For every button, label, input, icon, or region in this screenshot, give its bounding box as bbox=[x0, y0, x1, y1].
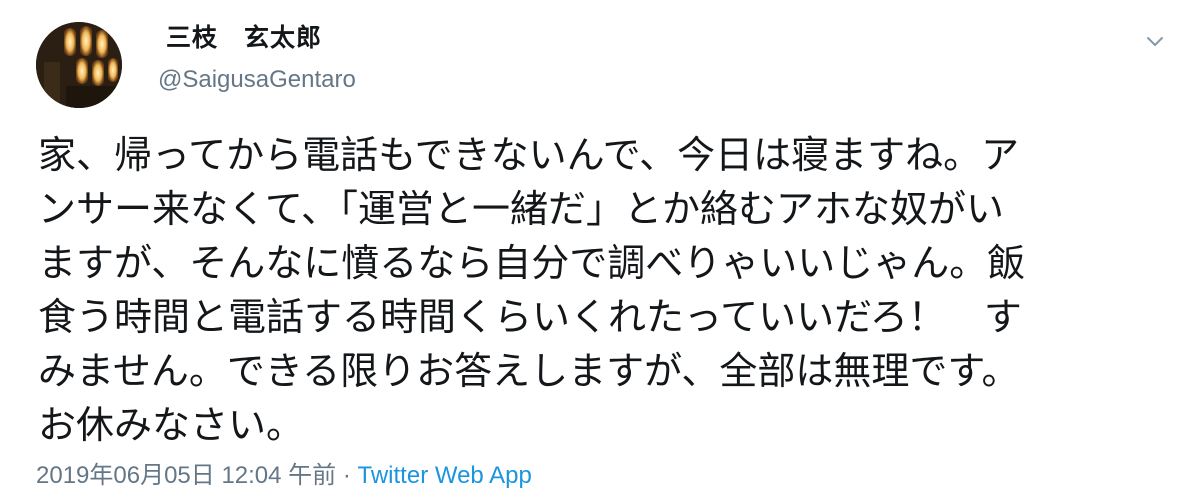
tweet-meta: 2019年06月05日 12:04 午前 · Twitter Web App bbox=[36, 455, 532, 490]
avatar-lights-icon bbox=[36, 22, 122, 108]
tweet-text-line: 食う時間と電話する時間くらいくれたっていいだろ！ す bbox=[38, 295, 1022, 339]
display-name[interactable]: 三枝 玄太郎 bbox=[166, 18, 322, 54]
tweet-text-line: お休みなさい。 bbox=[38, 403, 305, 447]
tweet-text-line: みません。できる限りお答えしますが、全部は無理です。 bbox=[38, 349, 1020, 393]
tweet-text-line: ますが、そんなに憤るなら自分で調べりゃいいじゃん。飯 bbox=[38, 241, 1026, 285]
tweet-text-line: 家、帰ってから電話もできないんで、今日は寝ますね。ア bbox=[38, 133, 1020, 177]
tweet-source-link[interactable]: Twitter Web App bbox=[358, 462, 532, 489]
tweet-timestamp[interactable]: 2019年06月05日 12:04 午前 bbox=[36, 462, 336, 489]
meta-separator: · bbox=[336, 462, 358, 489]
tweet-text-line: ンサー来なくて、「運営と一緒だ」とか絡むアホな奴がい bbox=[38, 187, 1004, 231]
tweet-text: 家、帰ってから電話もできないんで、今日は寝ますね。ア ンサー来なくて、「運営と一… bbox=[38, 128, 1178, 452]
chevron-down-icon[interactable] bbox=[1142, 32, 1168, 52]
user-handle[interactable]: @SaigusaGentaro bbox=[158, 66, 356, 94]
avatar[interactable] bbox=[36, 22, 122, 108]
